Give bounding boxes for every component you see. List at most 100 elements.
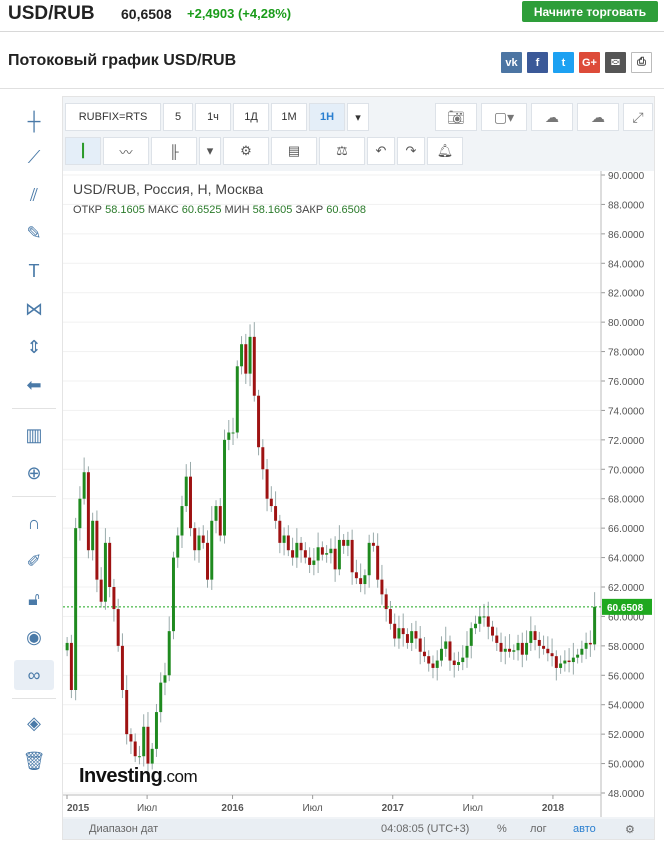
print-icon[interactable]: ⎙ [631, 52, 652, 73]
auto-button[interactable]: авто [573, 823, 596, 835]
divider [0, 31, 664, 32]
candle-body [503, 648, 507, 652]
vk-icon[interactable]: vk [501, 52, 522, 73]
share-icons: vk f t G+ ✉ ⎙ [501, 52, 652, 73]
candle-body [86, 472, 90, 551]
candle-body [137, 756, 141, 758]
y-tick-label: 54.0000 [608, 701, 645, 712]
indicators-icon[interactable]: ▥ [14, 420, 54, 450]
candle-body [516, 642, 520, 651]
candle-body [291, 550, 295, 558]
zoom-in-icon[interactable]: ⊕ [14, 458, 54, 488]
interval-1h[interactable]: 1ч [195, 103, 231, 131]
google-plus-icon[interactable]: G+ [579, 52, 600, 73]
indicators-chart-icon[interactable]: ▤ [271, 137, 317, 165]
lock-draw-icon[interactable]: ✐ [14, 546, 54, 576]
candle-body [580, 648, 584, 655]
settings-gear-icon[interactable]: ⚙ [625, 823, 635, 836]
crosshair-icon[interactable]: ┼ [14, 106, 54, 136]
back-arrow-icon[interactable]: ⬅ [14, 370, 54, 400]
open-label: ОТКР [73, 204, 103, 216]
candle-body [120, 645, 124, 690]
text-icon[interactable]: T [14, 256, 54, 286]
candle-body [388, 609, 392, 624]
log-button[interactable]: лог [530, 823, 547, 835]
candle-body [312, 560, 316, 565]
color-picker-icon[interactable]: ▢▾ [481, 103, 527, 131]
candle-body [559, 663, 563, 668]
cloud-upload-icon[interactable]: ☁ [577, 103, 619, 131]
candle-body [342, 539, 346, 546]
pitchfork-icon[interactable]: ⫽ [14, 180, 54, 210]
twitter-icon[interactable]: t [553, 52, 574, 73]
bars-icon[interactable]: ╟ [151, 137, 197, 165]
x-tick-label: Июл [302, 803, 322, 814]
close-value: 60.6508 [326, 204, 367, 216]
brush-icon[interactable]: ✎ [14, 218, 54, 248]
divider [12, 408, 56, 409]
x-tick-label: Июл [463, 803, 483, 814]
low-value: 58.1605 [252, 204, 293, 216]
chart-plot-area[interactable]: 90.0000 88.0000 86.0000 84.0000 82.0000 80.00… [63, 171, 654, 817]
candle-body [482, 616, 486, 618]
top-bar: USD/RUB 60,6508 +2,4903 (+4,28%) Начните… [0, 0, 664, 30]
link-icon[interactable]: ∞ [14, 660, 54, 690]
candles-icon[interactable]: ┃ [65, 137, 101, 165]
area-chart-icon[interactable]: 〰 [103, 137, 149, 165]
last-price-label: 60.6508 [607, 603, 644, 614]
candle-body [431, 663, 435, 668]
trash-icon[interactable]: 🗑︎ [14, 746, 54, 776]
candle-body [478, 616, 482, 624]
candle-body [491, 626, 495, 636]
y-tick-label: 56.0000 [608, 671, 645, 682]
chart-type-dropdown-icon[interactable]: ▾ [199, 137, 221, 165]
interval-toolbar: RUBFIX=RTS 5 1ч 1Д 1М 1Н ▾ [65, 103, 369, 131]
x-tick-label: 2016 [221, 803, 244, 814]
camera-icon[interactable]: 📷︎ [435, 103, 477, 131]
alert-bell-icon[interactable]: 🔔︎ [427, 137, 463, 165]
candlestick-chart[interactable]: 90.0000 88.0000 86.0000 84.0000 82.0000 80.00… [63, 171, 654, 817]
compare-scale-icon[interactable]: ⚖ [319, 137, 365, 165]
unlock-icon[interactable]: 🔓︎ [14, 584, 54, 614]
measure-icon[interactable]: ⇕ [14, 332, 54, 362]
chart-container: RUBFIX=RTS 5 1ч 1Д 1М 1Н ▾ 📷︎ ▢▾ ☁ ☁ ⤢ ┃… [62, 96, 655, 840]
candle-body [189, 476, 192, 529]
candle-body [529, 631, 533, 643]
candle-body [474, 623, 477, 629]
clock-readout: 04:08:05 (UTC+3) [381, 823, 470, 835]
candle-body [103, 542, 107, 602]
undo-icon[interactable]: ↶ [367, 137, 395, 165]
candle-body [231, 432, 235, 434]
candle-body [457, 662, 460, 665]
trendline-icon[interactable]: ⟋ [14, 142, 54, 172]
candle-body [363, 575, 367, 585]
layers-icon[interactable]: ◈ [14, 708, 54, 738]
candle-body [320, 547, 324, 555]
interval-1w[interactable]: 1Н [309, 103, 345, 131]
percent-button[interactable]: % [497, 823, 507, 835]
right-toolbar: 📷︎ ▢▾ ☁ ☁ ⤢ [435, 103, 653, 131]
eye-icon[interactable]: ◉ [14, 622, 54, 652]
candle-body [274, 506, 278, 521]
facebook-icon[interactable]: f [527, 52, 548, 73]
cloud-download-icon[interactable]: ☁ [531, 103, 573, 131]
candle-body [176, 535, 180, 558]
magnet-icon[interactable]: ∩ [14, 508, 54, 538]
interval-5[interactable]: 5 [163, 103, 193, 131]
date-range-button[interactable]: Диапазон дат [89, 823, 158, 835]
candle-body [576, 654, 580, 658]
interval-dropdown-icon[interactable]: ▾ [347, 103, 369, 131]
settings-gear-icon[interactable]: ⚙ [223, 137, 269, 165]
fullscreen-icon[interactable]: ⤢ [623, 103, 653, 131]
email-icon[interactable]: ✉ [605, 52, 626, 73]
x-tick-label: 2017 [382, 803, 405, 814]
candle-body [299, 542, 303, 551]
interval-1d[interactable]: 1Д [233, 103, 269, 131]
pattern-icon[interactable]: ⋈ [14, 294, 54, 324]
interval-1m[interactable]: 1М [271, 103, 307, 131]
redo-icon[interactable]: ↷ [397, 137, 425, 165]
symbol-field[interactable]: RUBFIX=RTS [65, 103, 161, 131]
candle-body [584, 642, 588, 649]
candle-body [346, 539, 350, 546]
start-trading-button[interactable]: Начните торговать [522, 1, 658, 22]
